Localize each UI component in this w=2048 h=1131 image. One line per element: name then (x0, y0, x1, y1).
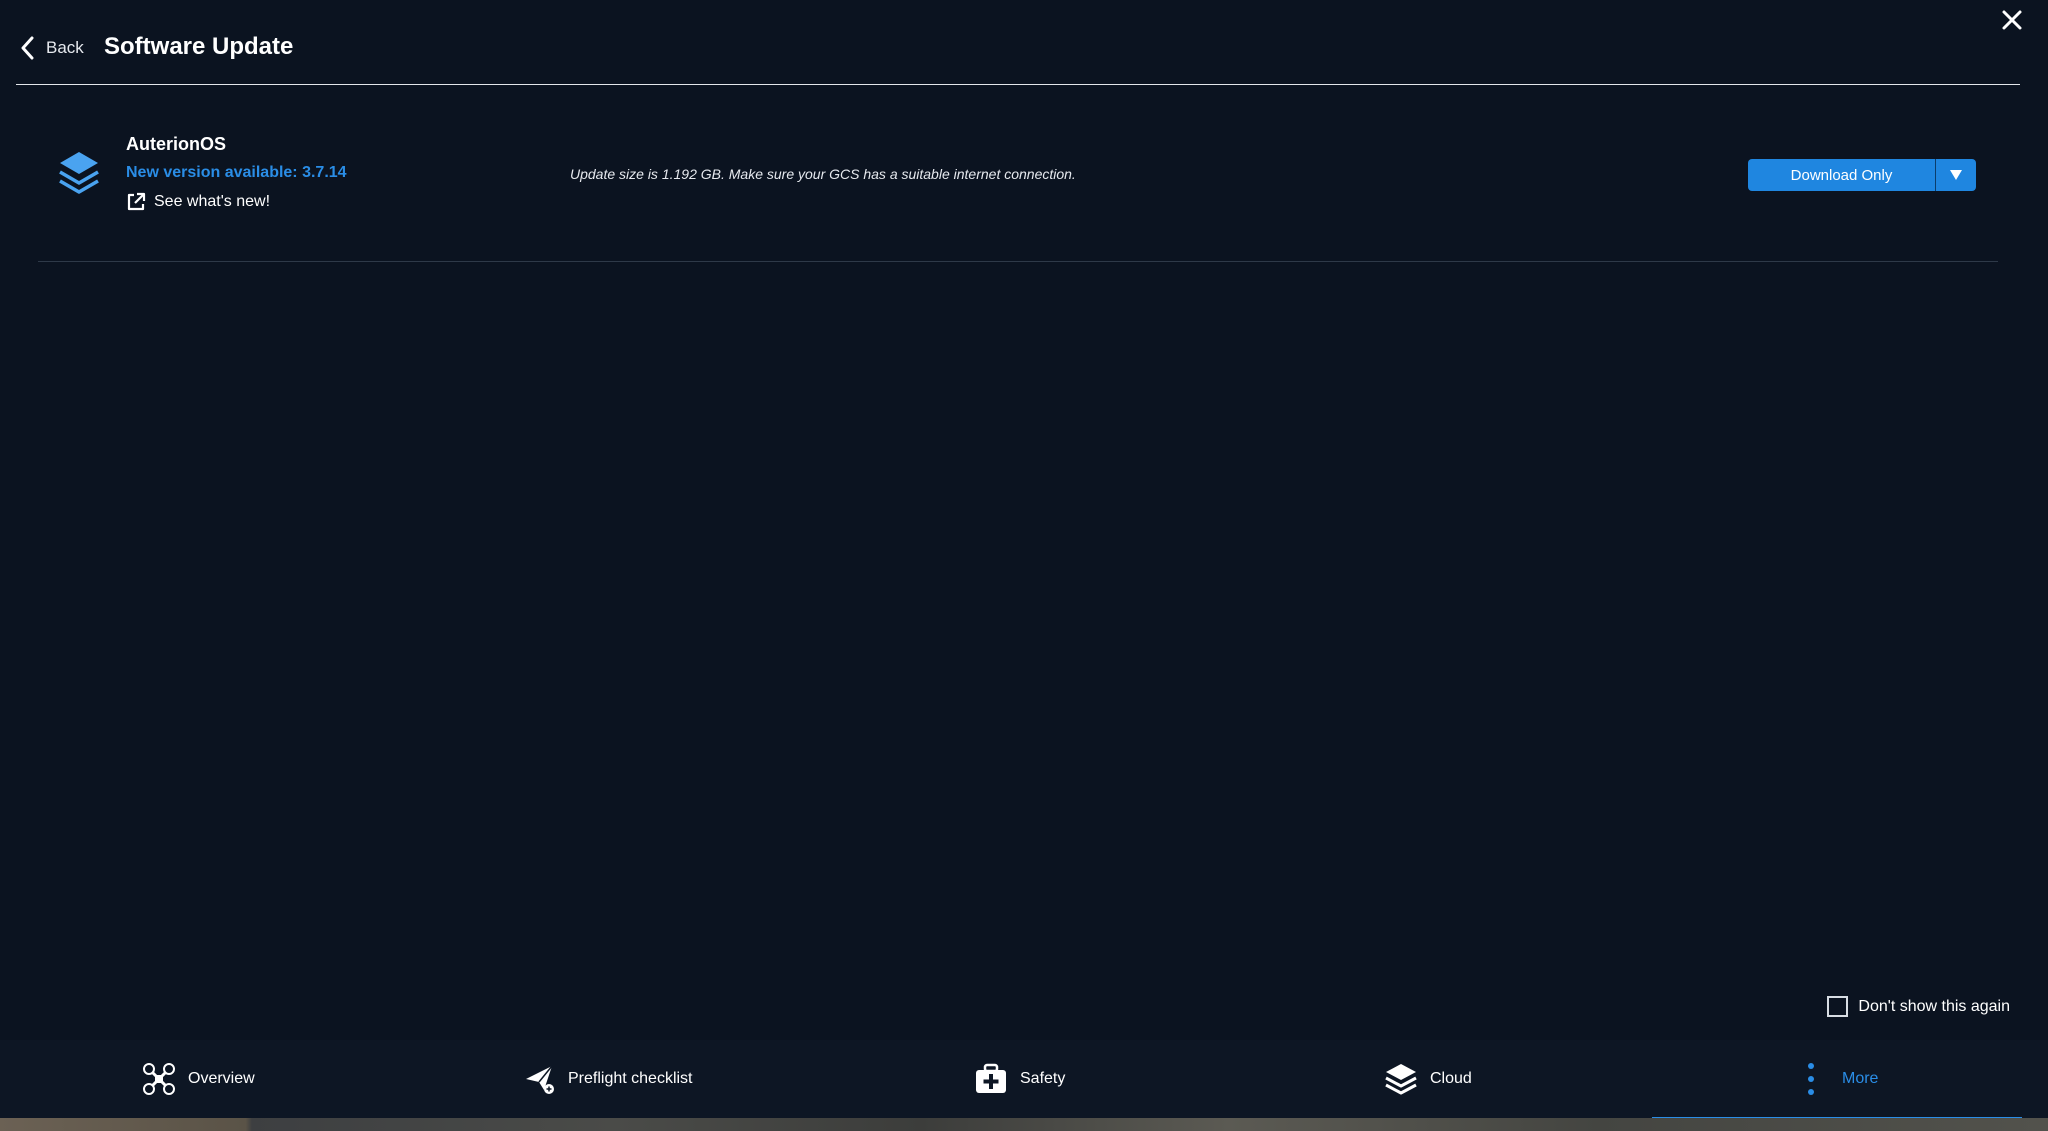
nav-label-safety: Safety (1020, 1070, 1066, 1087)
layers-icon (1385, 1064, 1417, 1095)
first-aid-icon (976, 1063, 1006, 1093)
update-item: AuterionOS New version available: 3.7.14… (38, 120, 1998, 262)
dont-show-again[interactable]: Don't show this again (1827, 996, 2010, 1017)
plane-check-icon (526, 1065, 554, 1094)
nav-item-more[interactable]: More (1804, 1040, 1878, 1118)
bottom-nav: Overview Preflight checklist Safety Clou… (0, 1040, 2048, 1118)
dont-show-checkbox[interactable] (1827, 996, 1849, 1017)
nav-item-safety[interactable]: Safety (974, 1040, 1065, 1118)
triangle-down-icon (1950, 170, 1962, 180)
download-options-dropdown[interactable] (1936, 159, 1976, 191)
back-button[interactable]: Back (20, 30, 84, 66)
header: Back Software Update (0, 0, 2048, 86)
nav-item-cloud[interactable]: Cloud (1384, 1040, 1472, 1118)
nav-label-overview: Overview (188, 1070, 255, 1087)
map-background-strip (0, 1118, 2048, 1131)
nav-item-overview[interactable]: Overview (142, 1040, 255, 1118)
update-size-note: Update size is 1.192 GB. Make sure your … (570, 166, 1076, 182)
layers-icon (59, 152, 99, 194)
page-title: Software Update (104, 33, 294, 60)
dont-show-label: Don't show this again (1858, 997, 2010, 1015)
version-available-text: New version available: 3.7.14 (126, 164, 347, 181)
header-divider (16, 84, 2020, 85)
product-name: AuterionOS (126, 134, 227, 154)
chevron-left-icon (21, 36, 34, 60)
row-divider (38, 261, 1998, 262)
nav-label-more: More (1842, 1070, 1879, 1087)
nav-item-preflight-checklist[interactable]: Preflight checklist (524, 1040, 693, 1118)
close-icon[interactable] (2000, 8, 2024, 32)
nav-label-cloud: Cloud (1430, 1070, 1472, 1087)
nav-label-preflight-checklist: Preflight checklist (568, 1070, 693, 1087)
more-vertical-icon (1808, 1063, 1814, 1095)
drone-icon (143, 1063, 175, 1095)
external-link-icon (127, 192, 146, 211)
download-split-button: Download Only (1748, 159, 1976, 191)
download-only-button[interactable]: Download Only (1748, 159, 1935, 191)
back-label: Back (46, 38, 84, 57)
whats-new-link[interactable]: See what's new! (126, 192, 270, 212)
whats-new-label: See what's new! (154, 193, 271, 210)
